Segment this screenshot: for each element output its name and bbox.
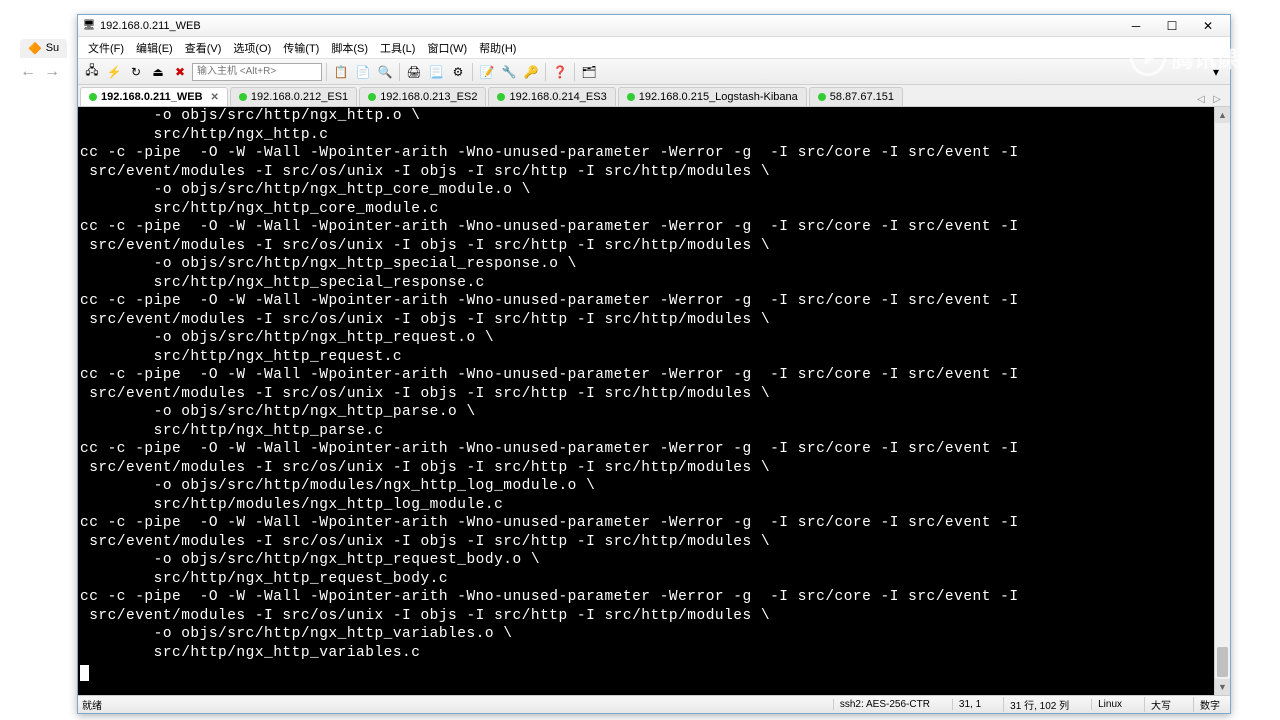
browser-nav: ← → bbox=[20, 63, 60, 81]
status-num: 数字 bbox=[1193, 697, 1226, 712]
menu-help[interactable]: 帮助(H) bbox=[473, 38, 522, 58]
quick-connect-icon[interactable]: ⚡ bbox=[104, 62, 124, 82]
session-tab[interactable]: 58.87.67.151 bbox=[809, 87, 903, 106]
toolbar-separator bbox=[326, 63, 327, 81]
browser-tab[interactable]: 🔶 Su bbox=[20, 39, 67, 58]
vertical-scrollbar[interactable]: ▲ ▼ bbox=[1214, 107, 1230, 695]
window-title: 192.168.0.211_WEB bbox=[100, 20, 1118, 32]
key-icon[interactable]: 🔑 bbox=[521, 62, 541, 82]
tab-label: 192.168.0.213_ES2 bbox=[380, 91, 477, 103]
menu-transfer[interactable]: 传输(T) bbox=[277, 38, 325, 58]
session-tab[interactable]: 192.168.0.214_ES3 bbox=[488, 87, 615, 106]
print-setup-icon[interactable]: ⚙ bbox=[448, 62, 468, 82]
status-bar: 就绪 ssh2: AES-256-CTR 31, 1 31 行, 102 列 L… bbox=[78, 695, 1230, 713]
nav-forward-icon[interactable]: → bbox=[44, 63, 60, 81]
toolbar-separator bbox=[574, 63, 575, 81]
session-tabbar: 192.168.0.211_WEB ✕ 192.168.0.212_ES1 192.1… bbox=[78, 85, 1230, 107]
close-icon[interactable]: ✕ bbox=[211, 92, 219, 103]
status-caps: 大写 bbox=[1144, 697, 1177, 712]
host-input[interactable] bbox=[192, 63, 322, 81]
disconnect-icon[interactable]: ⏏ bbox=[148, 62, 168, 82]
toolbar-separator bbox=[472, 63, 473, 81]
close-button[interactable]: ✕ bbox=[1190, 17, 1226, 35]
browser-tab-favicon: 🔶 bbox=[28, 42, 42, 55]
menu-script[interactable]: 脚本(S) bbox=[325, 38, 374, 58]
app-icon: 🖥 bbox=[82, 19, 96, 33]
session-tab[interactable]: 192.168.0.211_WEB ✕ bbox=[80, 87, 228, 106]
reconnect-icon[interactable]: ↻ bbox=[126, 62, 146, 82]
watermark-text: 腾讯课堂 bbox=[1172, 42, 1260, 74]
menu-window[interactable]: 窗口(W) bbox=[421, 38, 473, 58]
securecrt-window: 🖥 192.168.0.211_WEB ─ ☐ ✕ 文件(F) 编辑(E) 查看… bbox=[77, 14, 1231, 714]
tab-label: 192.168.0.211_WEB bbox=[101, 91, 203, 103]
menu-bar: 文件(F) 编辑(E) 查看(V) 选项(O) 传输(T) 脚本(S) 工具(L… bbox=[78, 37, 1230, 59]
browser-tab-label: Su bbox=[46, 42, 59, 54]
stop-icon[interactable]: ✖ bbox=[170, 62, 190, 82]
tab-label: 58.87.67.151 bbox=[830, 91, 894, 103]
menu-tools[interactable]: 工具(L) bbox=[374, 38, 421, 58]
copy-icon[interactable]: 📋 bbox=[331, 62, 351, 82]
menu-edit[interactable]: 编辑(E) bbox=[130, 38, 179, 58]
print-icon[interactable]: 🖨 bbox=[404, 62, 424, 82]
toolbar-separator bbox=[399, 63, 400, 81]
watermark: 腾讯课堂 bbox=[1130, 40, 1260, 76]
status-ready: 就绪 bbox=[82, 697, 102, 712]
session-tab[interactable]: 192.168.0.213_ES2 bbox=[359, 87, 486, 106]
settings-icon[interactable]: 🔧 bbox=[499, 62, 519, 82]
scroll-down-icon[interactable]: ▼ bbox=[1215, 679, 1230, 695]
connect-icon[interactable]: 🖧 bbox=[82, 62, 102, 82]
status-cursor-pos: 31, 1 bbox=[952, 699, 987, 710]
connection-status-icon bbox=[497, 93, 505, 101]
terminal-container: -o objs/src/http/ngx_http.o \ src/http/n… bbox=[78, 107, 1230, 695]
menu-options[interactable]: 选项(O) bbox=[227, 38, 277, 58]
maximize-button[interactable]: ☐ bbox=[1154, 17, 1190, 35]
scroll-up-icon[interactable]: ▲ bbox=[1215, 107, 1230, 123]
connection-status-icon bbox=[627, 93, 635, 101]
connection-status-icon bbox=[818, 93, 826, 101]
find-icon[interactable]: 🔍 bbox=[375, 62, 395, 82]
tab-label: 192.168.0.214_ES3 bbox=[509, 91, 606, 103]
titlebar: 🖥 192.168.0.211_WEB ─ ☐ ✕ bbox=[78, 15, 1230, 37]
log-icon[interactable]: 📝 bbox=[477, 62, 497, 82]
print-preview-icon[interactable]: 📃 bbox=[426, 62, 446, 82]
terminal[interactable]: -o objs/src/http/ngx_http.o \ src/http/n… bbox=[78, 107, 1214, 695]
minimize-button[interactable]: ─ bbox=[1118, 17, 1154, 35]
window-controls: ─ ☐ ✕ bbox=[1118, 17, 1226, 35]
tab-label: 192.168.0.215_Logstash-Kibana bbox=[639, 91, 798, 103]
scroll-thumb[interactable] bbox=[1217, 647, 1228, 677]
connection-status-icon bbox=[239, 93, 247, 101]
paste-icon[interactable]: 📄 bbox=[353, 62, 373, 82]
terminal-cursor bbox=[80, 665, 89, 681]
status-ssh: ssh2: AES-256-CTR bbox=[833, 699, 936, 710]
connection-status-icon bbox=[368, 93, 376, 101]
toolbar: 🖧 ⚡ ↻ ⏏ ✖ 📋 📄 🔍 🖨 📃 ⚙ 📝 🔧 🔑 ❓ 🗂 ▾ bbox=[78, 59, 1230, 85]
status-size: 31 行, 102 列 bbox=[1003, 697, 1075, 712]
nav-back-icon[interactable]: ← bbox=[20, 63, 36, 81]
session-tab[interactable]: 192.168.0.215_Logstash-Kibana bbox=[618, 87, 807, 106]
help-icon[interactable]: ❓ bbox=[550, 62, 570, 82]
session-icon[interactable]: 🗂 bbox=[579, 62, 599, 82]
menu-file[interactable]: 文件(F) bbox=[82, 38, 130, 58]
connection-status-icon bbox=[89, 93, 97, 101]
tab-scroll-left-icon[interactable]: ◁ bbox=[1194, 92, 1208, 106]
watermark-play-icon bbox=[1130, 40, 1166, 76]
session-tab[interactable]: 192.168.0.212_ES1 bbox=[230, 87, 357, 106]
toolbar-separator bbox=[545, 63, 546, 81]
menu-view[interactable]: 查看(V) bbox=[179, 38, 228, 58]
tab-scroll-right-icon[interactable]: ▷ bbox=[1210, 92, 1224, 106]
status-os: Linux bbox=[1091, 699, 1128, 710]
tab-label: 192.168.0.212_ES1 bbox=[251, 91, 348, 103]
